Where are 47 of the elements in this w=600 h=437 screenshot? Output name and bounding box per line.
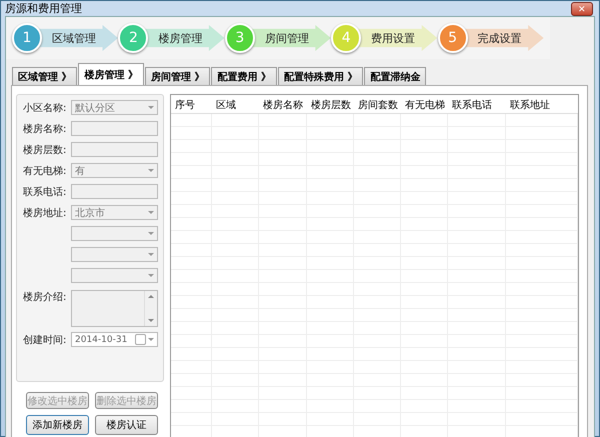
field-label: 联系电话:: [23, 186, 68, 198]
tab[interactable]: 楼房管理 》: [78, 63, 144, 85]
step-number: 3: [224, 23, 255, 53]
caret-icon: [148, 232, 154, 235]
tab[interactable]: 区域管理 》: [12, 67, 78, 85]
tab[interactable]: 房间管理 》: [144, 67, 210, 85]
text-area[interactable]: [71, 290, 158, 327]
column-header[interactable]: 区域: [212, 95, 259, 113]
combo-box[interactable]: 有: [71, 163, 158, 178]
input-field[interactable]: [71, 184, 158, 199]
tab[interactable]: 配置费用 》: [211, 67, 277, 85]
combo-box[interactable]: [71, 268, 158, 283]
tab[interactable]: 配置滞纳金: [364, 67, 426, 85]
date-picker[interactable]: 2014-10-31: [71, 332, 158, 347]
column-header[interactable]: 房间套数: [354, 95, 401, 113]
field-label: 楼房层数:: [23, 144, 68, 156]
combo-box[interactable]: 北京市: [71, 205, 158, 220]
field-label: 小区名称:: [23, 102, 68, 114]
caret-icon: [148, 106, 154, 109]
caret-icon: [148, 169, 154, 172]
column-header[interactable]: 联系电话: [448, 95, 506, 113]
step-number: 2: [118, 23, 148, 53]
field-label: 楼房地址:: [23, 206, 68, 220]
tab[interactable]: 配置特殊费用 》: [278, 67, 364, 85]
action-button[interactable]: 添加新楼房: [26, 415, 89, 435]
column-header[interactable]: 联系地址: [506, 95, 578, 113]
caret-icon: [148, 274, 154, 277]
field-label: 楼房介绍:: [23, 290, 68, 304]
window-title: 房源和费用管理: [5, 1, 82, 16]
step-number: 4: [331, 23, 362, 53]
input-field[interactable]: [71, 121, 158, 136]
column-header[interactable]: 楼房层数: [307, 95, 354, 113]
caret-icon: [148, 253, 154, 256]
column-header[interactable]: 有无电梯: [401, 95, 448, 113]
field-label: 创建时间:: [23, 334, 68, 346]
column-header[interactable]: 序号: [171, 95, 212, 113]
step-number: 1: [12, 23, 42, 53]
column-header[interactable]: 楼房名称: [259, 95, 307, 113]
step-number: 5: [438, 23, 468, 53]
caret-icon: [148, 211, 154, 214]
field-label: 楼房名称:: [23, 122, 68, 136]
action-button[interactable]: 楼房认证: [95, 415, 158, 435]
combo-box[interactable]: 默认分区: [71, 100, 158, 115]
combo-box[interactable]: [71, 247, 158, 262]
combo-box[interactable]: [71, 226, 158, 241]
field-label: 有无电梯:: [23, 164, 68, 178]
input-field[interactable]: [71, 142, 158, 157]
